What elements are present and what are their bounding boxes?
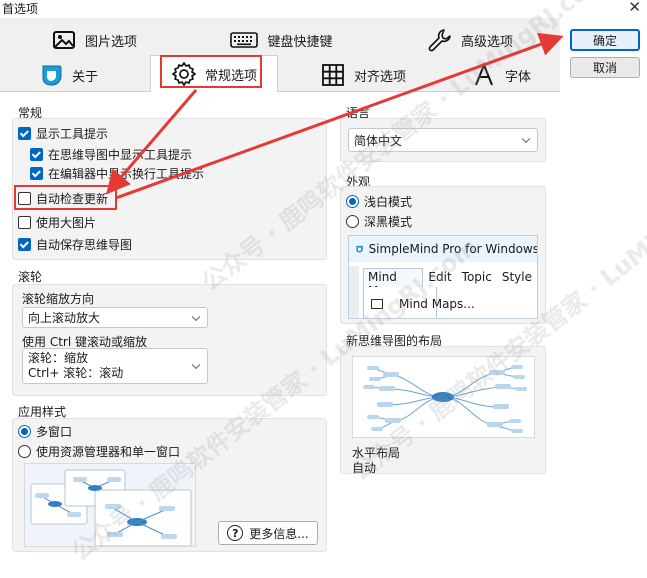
arrow-to-ok-button [115, 32, 564, 200]
annotation-arrows [106, 32, 564, 200]
